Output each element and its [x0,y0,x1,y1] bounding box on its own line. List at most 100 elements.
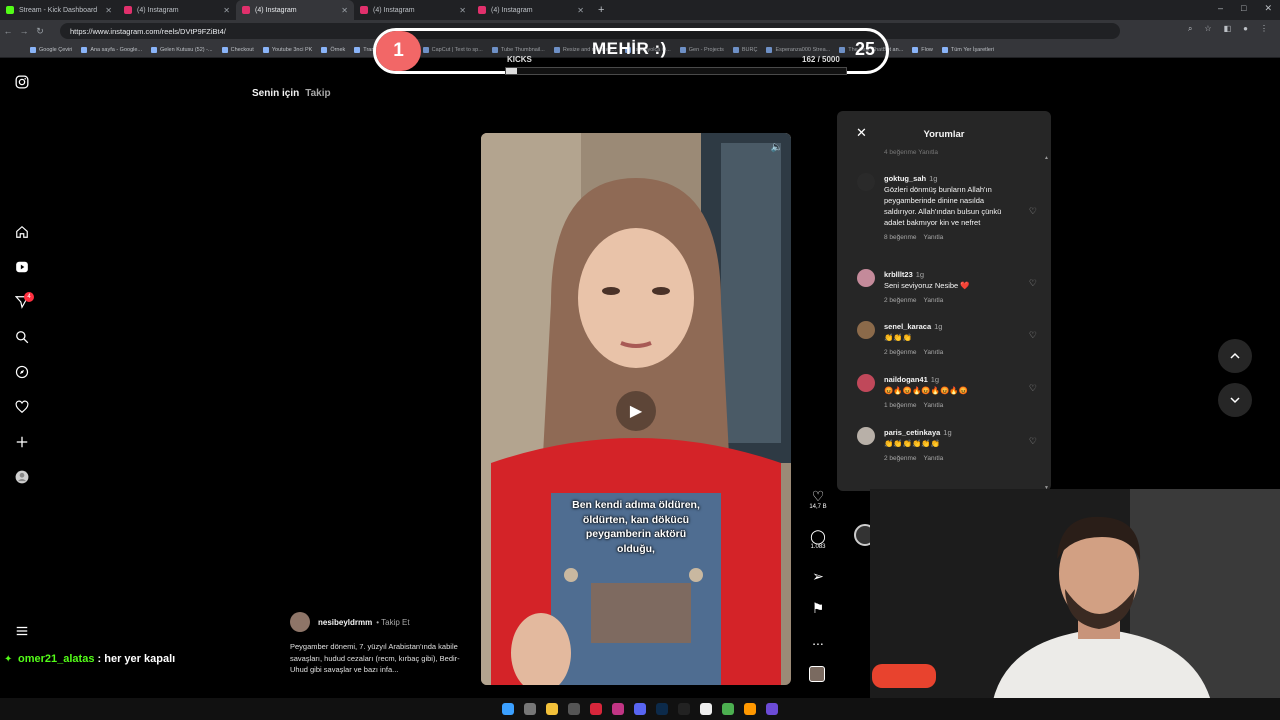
goal-progress-bar [505,67,847,75]
menu-icon[interactable]: ⋮ [1260,24,1268,34]
comment-like-heart-icon[interactable]: ♡ [1029,436,1037,447]
task-view-icon[interactable] [524,703,536,715]
bookmark-item[interactable]: Checkout [221,46,254,53]
explore-icon[interactable] [14,364,30,380]
comment-username[interactable]: paris_cetinkaya [884,428,940,437]
close-tab-icon[interactable]: ✕ [223,6,230,15]
close-tab-icon[interactable]: ✕ [577,6,584,15]
steam-icon[interactable] [568,703,580,715]
commenter-avatar[interactable] [857,321,875,339]
home-icon[interactable] [14,224,30,240]
browser-tab[interactable]: (4) Instagram ✕ [118,0,236,20]
maximize-button[interactable]: □ [1241,3,1246,14]
minimize-button[interactable]: – [1218,3,1223,14]
bookmark-item[interactable]: Google Çeviri [30,46,72,53]
windows-start-icon[interactable] [502,703,514,715]
app-icon[interactable] [744,703,756,715]
reply-button[interactable]: Yanıtla [924,234,944,241]
instagram-logo-icon[interactable] [14,74,30,90]
tab-following[interactable]: Takip [305,88,330,99]
play-icon[interactable]: ▶ [616,391,656,431]
instagram-app-icon[interactable] [612,703,624,715]
comment-bubble-icon[interactable]: ◯ [805,528,831,544]
obs-icon[interactable] [766,703,778,715]
reload-icon[interactable]: ↻ [32,26,48,37]
bookmark-icon[interactable]: ⚑ [805,600,831,616]
new-tab-button[interactable]: + [598,4,604,16]
commenter-avatar[interactable] [857,173,875,191]
author-username[interactable]: nesibeyldrmm [318,618,372,627]
commenter-avatar[interactable] [857,374,875,392]
feed-tabs: Senin için Takip [252,88,331,99]
sound-icon[interactable]: 🔈 [771,142,783,153]
profile-icon[interactable]: ● [1243,24,1248,34]
caption-line: Ben kendi adıma öldüren, [572,499,700,511]
reel-video[interactable]: 🔈 ▶ Ben kendi adıma öldüren, öldürten, k… [481,133,791,685]
author-avatar[interactable] [290,612,310,632]
follow-button[interactable]: • Takip Et [376,618,409,627]
file-explorer-icon[interactable] [546,703,558,715]
profile-avatar-icon[interactable] [14,469,30,485]
previous-reel-button[interactable] [1218,339,1252,373]
like-action[interactable]: ♡ 14,7 B [805,488,831,510]
tiktok-icon[interactable] [678,703,690,715]
reply-button[interactable]: Yanıtla [924,402,944,409]
share-action[interactable]: ➢ [805,568,831,584]
reply-button[interactable]: Yanıtla [924,349,944,356]
reply-button[interactable]: Yanıtla [924,297,944,304]
browser-tab[interactable]: (4) Instagram ✕ [472,0,590,20]
browser-tab-active[interactable]: (4) Instagram ✕ [236,0,354,20]
comment-username[interactable]: goktug_sah [884,174,926,183]
chrome-icon[interactable] [722,703,734,715]
close-tab-icon[interactable]: ✕ [459,6,466,15]
notifications-heart-icon[interactable] [14,399,30,415]
tab-for-you[interactable]: Senin için [252,88,299,99]
more-options-icon[interactable]: ... [805,632,831,648]
comment-like-heart-icon[interactable]: ♡ [1029,383,1037,394]
discord-icon[interactable] [634,703,646,715]
reply-button[interactable]: Yanıtla [924,455,944,462]
reels-icon[interactable] [14,259,30,275]
close-tab-icon[interactable]: ✕ [341,6,348,15]
bookmark-item[interactable]: Flow [912,46,933,53]
opera-icon[interactable] [590,703,602,715]
comment-username[interactable]: senel_karaca [884,322,931,331]
comments-panel: ✕ Yorumlar 4 beğenme Yanıtla ▲ ▼ ♡ goktug… [837,111,1051,491]
comment-like-heart-icon[interactable]: ♡ [1029,278,1037,289]
star-icon[interactable]: ☆ [1204,24,1211,34]
create-plus-icon[interactable] [14,434,30,450]
save-action[interactable]: ⚑ [805,600,831,616]
scroll-up-arrow-icon[interactable]: ▲ [1044,155,1049,161]
close-window-button[interactable]: ✕ [1264,3,1272,14]
close-tab-icon[interactable]: ✕ [105,6,112,15]
comment-username[interactable]: krblllt23 [884,270,913,279]
audio-thumbnail[interactable] [809,666,825,682]
bookmark-item[interactable]: Gelen Kutusu (52) -... [151,46,213,53]
bookmark-item[interactable]: Tüm Yer İşaretleri [941,46,994,53]
browser-tab[interactable]: (4) Instagram ✕ [354,0,472,20]
commenter-avatar[interactable] [857,269,875,287]
bookmark-item[interactable]: Örnek [321,46,345,53]
comment-like-heart-icon[interactable]: ♡ [1029,330,1037,341]
comment-username[interactable]: naildogan41 [884,375,928,384]
bookmark-item[interactable]: Ana sayfa - Google... [81,46,142,53]
back-icon[interactable]: ← [0,26,16,36]
comment-likes: 1 beğenme [884,402,917,409]
next-reel-button[interactable] [1218,383,1252,417]
comment-like-heart-icon[interactable]: ♡ [1029,206,1037,217]
bookmark-item[interactable]: Youtube 3nci PK [262,46,312,53]
like-heart-icon[interactable]: ♡ [805,488,831,504]
more-options-action[interactable]: ... [805,632,831,648]
reel-description[interactable]: Peygamber dönemi, 7. yüzyıl Arabistan'ın… [290,641,470,676]
photoshop-icon[interactable] [656,703,668,715]
share-icon[interactable]: ➢ [805,568,831,584]
search-icon[interactable] [14,329,30,345]
extensions-icon[interactable]: ◧ [1224,24,1232,34]
zoom-icon[interactable]: ⌕ [1188,24,1192,34]
browser-tab[interactable]: Stream - Kick Dashboard ✕ [0,0,118,20]
forward-icon[interactable]: → [16,26,32,36]
commenter-avatar[interactable] [857,427,875,445]
more-menu-icon[interactable] [14,623,30,639]
capcut-icon[interactable] [700,703,712,715]
comment-action[interactable]: ◯ 1.083 [805,528,831,550]
